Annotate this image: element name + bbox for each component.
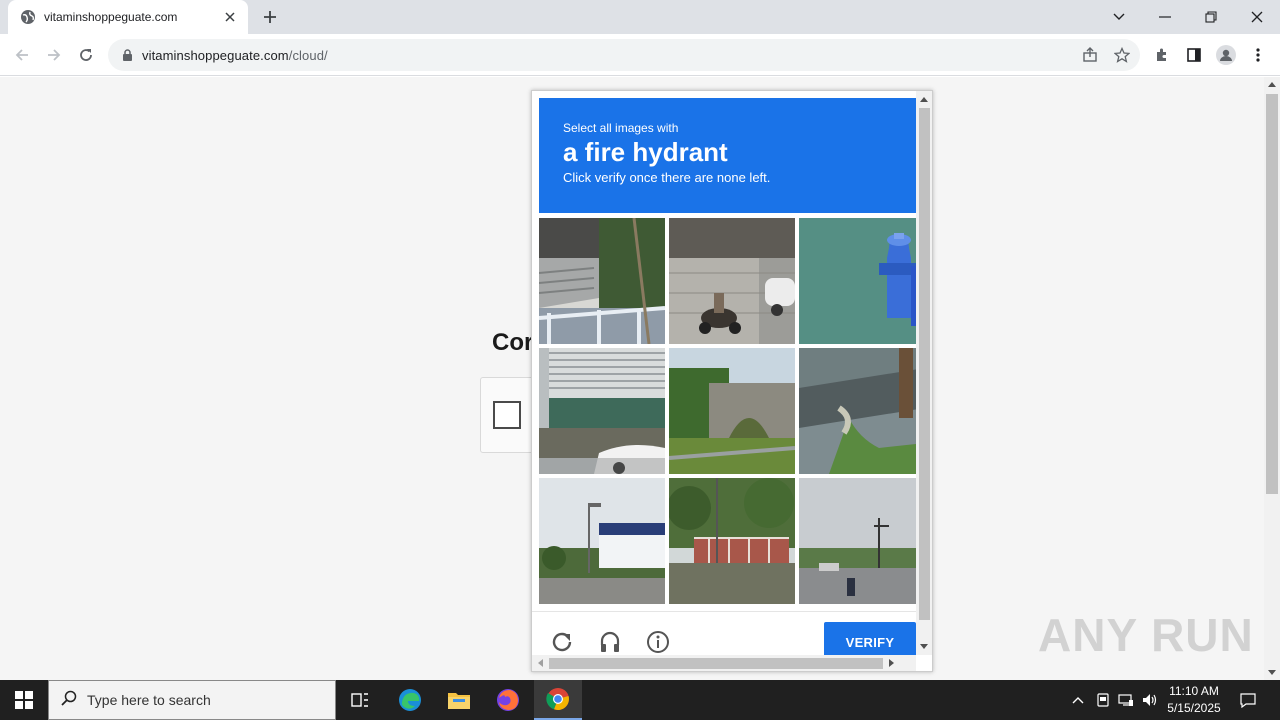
page-scrollbar[interactable]: [1264, 77, 1280, 680]
captcha-tile-3[interactable]: [799, 218, 925, 344]
taskbar-search-box[interactable]: Type here to search: [48, 680, 336, 720]
share-icon[interactable]: [1078, 43, 1102, 67]
human-checkbox[interactable]: [493, 401, 521, 429]
minimize-icon[interactable]: [1142, 0, 1188, 34]
captcha-image-grid: [539, 218, 925, 604]
reload-icon[interactable]: [74, 43, 98, 67]
restore-icon[interactable]: [1188, 0, 1234, 34]
firefox-icon[interactable]: [484, 680, 532, 720]
url-text: vitaminshoppeguate.com/cloud/: [142, 48, 328, 63]
lock-icon[interactable]: [120, 48, 134, 62]
scroll-thumb[interactable]: [1266, 94, 1278, 494]
taskbar-clock[interactable]: 11:10 AM 5/15/2025: [1160, 683, 1228, 717]
anyrun-watermark: ANY RUN: [1038, 609, 1254, 661]
captcha-horizontal-scrollbar[interactable]: [532, 655, 916, 671]
file-explorer-icon[interactable]: [435, 680, 483, 720]
clock-time: 11:10 AM: [1169, 684, 1219, 698]
back-icon[interactable]: [10, 43, 34, 67]
captcha-scroll-thumb[interactable]: [919, 108, 930, 620]
browser-tab[interactable]: vitaminshoppeguate.com: [8, 0, 248, 34]
captcha-target: a fire hydrant: [563, 137, 728, 167]
globe-icon: [20, 9, 36, 25]
captcha-scroll-up-arrow[interactable]: [920, 97, 928, 102]
captcha-scroll-down-arrow[interactable]: [920, 644, 928, 649]
tab-strip: vitaminshoppeguate.com: [0, 0, 1280, 34]
task-view-icon[interactable]: [336, 680, 384, 720]
search-icon: [61, 690, 77, 711]
info-icon[interactable]: [644, 628, 672, 656]
chrome-icon[interactable]: [534, 680, 582, 720]
captcha-instruction: Select all images with: [563, 121, 679, 135]
captcha-vertical-scrollbar[interactable]: [916, 91, 932, 655]
device-icon[interactable]: [1094, 680, 1112, 720]
browser-toolbar: vitaminshoppeguate.com/cloud/: [0, 34, 1280, 76]
captcha-tile-9[interactable]: [799, 478, 925, 604]
star-icon[interactable]: [1110, 43, 1134, 67]
captcha-footer: VERIFY: [532, 611, 916, 662]
forward-icon[interactable]: [42, 43, 66, 67]
chevron-down-icon[interactable]: [1096, 0, 1142, 34]
url-host: vitaminshoppeguate.com: [142, 47, 289, 63]
address-bar[interactable]: vitaminshoppeguate.com/cloud/: [108, 39, 1140, 71]
volume-icon[interactable]: [1140, 680, 1160, 720]
scroll-up-arrow[interactable]: [1268, 82, 1276, 87]
tab-title: vitaminshoppeguate.com: [44, 10, 178, 24]
captcha-subtext: Click verify once there are none left.: [563, 170, 771, 185]
refresh-icon[interactable]: [548, 628, 576, 656]
edge-icon[interactable]: [386, 680, 434, 720]
captcha-tile-8[interactable]: [669, 478, 795, 604]
windows-taskbar: Type here to search 11:10 AM 5/15/2025: [0, 680, 1280, 720]
window-close-icon[interactable]: [1234, 0, 1280, 34]
captcha-tile-4[interactable]: [539, 348, 665, 474]
side-panel-icon[interactable]: [1182, 43, 1206, 67]
page-heading: Cor: [492, 329, 534, 356]
captcha-scroll-right-arrow[interactable]: [889, 659, 894, 667]
captcha-header: Select all images with a fire hydrant Cl…: [539, 98, 916, 213]
captcha-tile-6[interactable]: [799, 348, 925, 474]
captcha-tile-7[interactable]: [539, 478, 665, 604]
search-placeholder: Type here to search: [87, 692, 211, 708]
clock-date: 5/15/2025: [1167, 701, 1221, 715]
url-path: /cloud/: [288, 47, 328, 63]
captcha-tile-2[interactable]: [669, 218, 795, 344]
captcha-hscroll-thumb[interactable]: [549, 658, 883, 669]
windows-start-icon[interactable]: [0, 680, 48, 720]
headphones-icon[interactable]: [596, 628, 624, 656]
captcha-tile-5[interactable]: [669, 348, 795, 474]
chevron-up-icon[interactable]: [1070, 680, 1086, 720]
notification-icon[interactable]: [1236, 680, 1260, 720]
plus-icon[interactable]: [258, 7, 282, 27]
scroll-down-arrow[interactable]: [1268, 670, 1276, 675]
network-icon[interactable]: [1116, 680, 1136, 720]
captcha-dialog: Select all images with a fire hydrant Cl…: [531, 90, 933, 672]
captcha-tile-1[interactable]: [539, 218, 665, 344]
extensions-icon[interactable]: [1150, 43, 1174, 67]
captcha-scroll-left-arrow[interactable]: [538, 659, 543, 667]
menu-icon[interactable]: [1246, 43, 1270, 67]
close-icon[interactable]: [222, 9, 238, 25]
profile-icon[interactable]: [1214, 43, 1238, 67]
